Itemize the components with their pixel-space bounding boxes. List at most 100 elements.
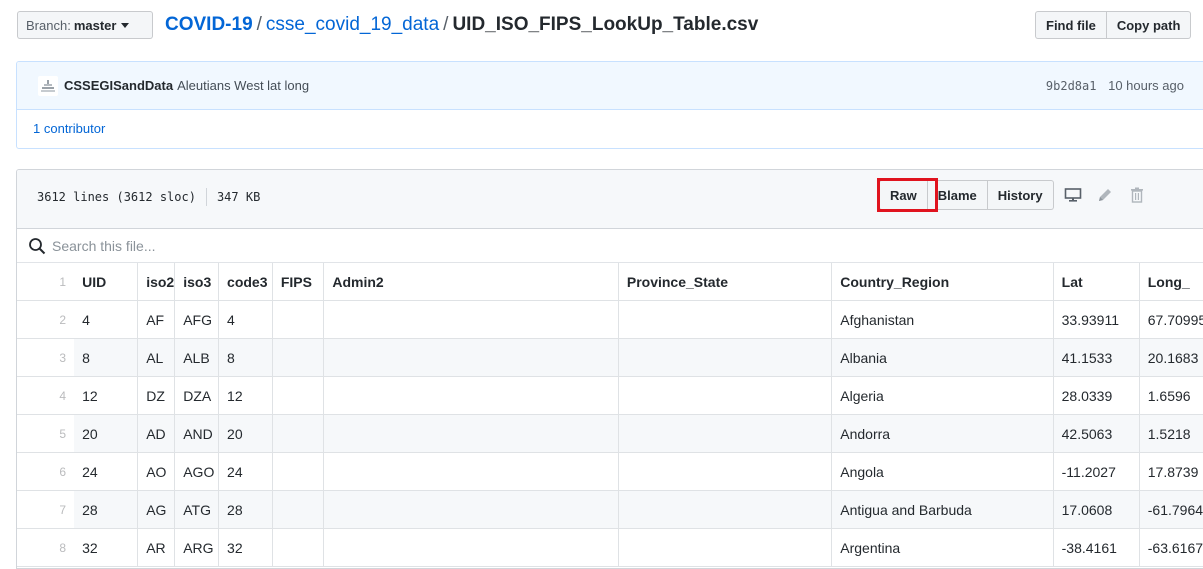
table-cell: AD (137, 414, 176, 453)
line-number[interactable]: 3 (17, 338, 75, 377)
table-cell: 28.0339 (1053, 376, 1140, 415)
commit-message-link[interactable]: Aleutians West lat long (177, 78, 309, 93)
table-cell: AR (137, 528, 176, 567)
table-row: 3 8 AL ALB 8 Albania 41.1533 20.1683 (17, 338, 1203, 377)
breadcrumb: COVID-19/csse_covid_19_data / UID_ISO_FIPS… (165, 13, 758, 37)
table-cell: 1.6596 (1139, 376, 1203, 415)
table-cell: AGO (174, 452, 220, 491)
table-cell: ARG (174, 528, 220, 567)
line-number[interactable]: 1 (17, 263, 75, 301)
column-header: FIPS (272, 263, 325, 301)
table-cell (323, 376, 619, 415)
table-cell: Antigua and Barbuda (831, 490, 1054, 529)
table-cell: ATG (174, 490, 220, 529)
table-cell: -61.7964 (1139, 490, 1203, 529)
line-number[interactable]: 5 (17, 414, 75, 453)
line-number[interactable]: 7 (17, 490, 75, 529)
table-cell: Andorra (831, 414, 1054, 453)
table-cell: 32 (218, 528, 273, 567)
table-cell: 4 (74, 300, 139, 339)
avatar[interactable] (38, 75, 58, 96)
table-cell: 1.5218 (1139, 414, 1203, 453)
table-cell (272, 338, 325, 377)
column-header: Lat (1053, 263, 1140, 301)
search-input[interactable] (50, 236, 354, 255)
file-line-count: 3612 lines (3612 sloc) (37, 190, 196, 204)
commit-meta: 9b2d8a1 10 hours ago (1046, 78, 1184, 93)
table-cell: AFG (174, 300, 220, 339)
copy-path-button[interactable]: Copy path (1106, 11, 1192, 39)
table-cell: 12 (74, 376, 139, 415)
table-cell: DZ (137, 376, 176, 415)
table-cell: 24 (74, 452, 139, 491)
table-cell (272, 452, 325, 491)
table-cell (618, 452, 833, 491)
file-actions: Raw Blame History (879, 180, 1150, 210)
table-cell (323, 300, 619, 339)
find-file-button[interactable]: Find file (1035, 11, 1107, 39)
table-cell: 12 (218, 376, 273, 415)
line-number[interactable]: 2 (17, 300, 75, 339)
breadcrumb-folder-link[interactable]: csse_covid_19_data (266, 14, 439, 35)
column-header: iso2 (137, 263, 176, 301)
file-info: 3612 lines (3612 sloc) 347 KB (37, 188, 260, 206)
line-number[interactable]: 6 (17, 452, 75, 491)
column-header: Country_Region (831, 263, 1054, 301)
table-cell: 8 (218, 338, 273, 377)
blame-button[interactable]: Blame (927, 180, 988, 210)
table-cell: AG (137, 490, 176, 529)
table-cell: 4 (218, 300, 273, 339)
table-cell (618, 300, 833, 339)
table-body: 24AFAFG4Afghanistan33.9391167.70995338AL… (17, 300, 1203, 567)
latest-commit-box: CSSEGISandData Aleutians West lat long 9… (16, 61, 1203, 149)
table-cell: Albania (831, 338, 1054, 377)
table-cell: 33.93911 (1053, 300, 1140, 339)
commit-sha-link[interactable]: 9b2d8a1 (1046, 79, 1097, 93)
line-number[interactable]: 8 (17, 528, 75, 567)
branch-selector[interactable]: Branch: master (17, 11, 153, 39)
table-cell (323, 528, 619, 567)
file-header: 3612 lines (3612 sloc) 347 KB Raw Blame … (17, 170, 1203, 229)
breadcrumb-file-name: UID_ISO_FIPS_LookUp_Table.csv (452, 14, 759, 35)
table-cell (323, 490, 619, 529)
table-cell (618, 414, 833, 453)
table-cell (618, 528, 833, 567)
search-icon (29, 237, 46, 254)
file-info-divider (205, 188, 207, 206)
pencil-icon[interactable] (1092, 180, 1118, 210)
table-cell: 17.8739 (1139, 452, 1203, 491)
trash-icon[interactable] (1124, 180, 1150, 210)
table-cell: ALB (174, 338, 220, 377)
table-cell (272, 528, 325, 567)
table-header-row: 1 UID iso2 iso3 code3 FIPS Admin2 Provin… (17, 263, 1203, 301)
csv-table: 1 UID iso2 iso3 code3 FIPS Admin2 Provin… (17, 263, 1203, 567)
commit-time: 10 hours ago (1108, 78, 1184, 93)
table-row: 6 24 AO AGO 24 Angola -11.2027 17.8739 (17, 452, 1203, 491)
table-cell: 17.0608 (1053, 490, 1140, 529)
line-number[interactable]: 4 (17, 376, 75, 415)
commit-author-link[interactable]: CSSEGISandData (64, 78, 173, 93)
table-cell: 42.5063 (1053, 414, 1140, 453)
table-cell (323, 338, 619, 377)
file-viewer: 3612 lines (3612 sloc) 347 KB Raw Blame … (16, 169, 1203, 569)
column-header: code3 (218, 263, 273, 301)
column-header: Long_ (1139, 263, 1203, 301)
table-cell: 20.1683 (1139, 338, 1203, 377)
contributors-label: contributor (43, 121, 106, 136)
table-cell: 20 (74, 414, 139, 453)
breadcrumb-repo-link[interactable]: COVID-19 (165, 14, 253, 35)
file-nav-buttons: Find file Copy path (1035, 11, 1192, 39)
table-row: 5 20 AD AND 20 Andorra 42.5063 1.5218 (17, 414, 1203, 453)
raw-button[interactable]: Raw (879, 180, 928, 210)
branch-label: Branch: (26, 17, 71, 33)
table-cell: -38.4161 (1053, 528, 1140, 567)
table-cell (272, 376, 325, 415)
table-cell (618, 376, 833, 415)
history-button[interactable]: History (987, 180, 1054, 210)
avatar-logo-icon (41, 79, 55, 92)
desktop-icon[interactable] (1060, 180, 1086, 210)
table-cell: AL (137, 338, 176, 377)
table-cell: Afghanistan (831, 300, 1054, 339)
file-search-bar (17, 229, 1203, 263)
contributors-link[interactable]: 1 contributor (17, 110, 1203, 147)
